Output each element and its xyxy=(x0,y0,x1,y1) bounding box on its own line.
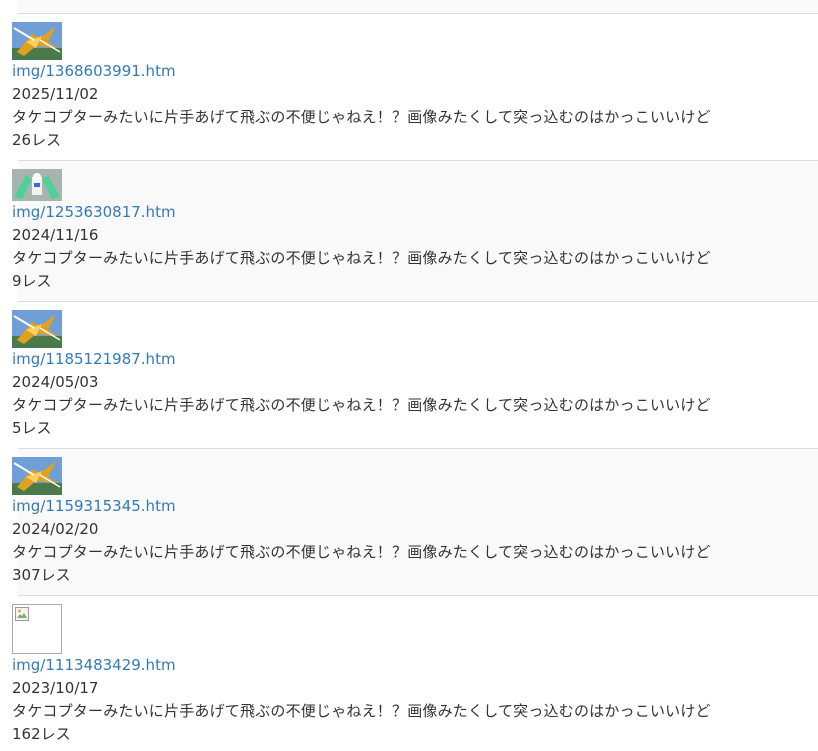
reply-count: 9レス xyxy=(12,272,52,290)
list-item: img/1113483429.htm 2023/10/17 タケコプターみたいに… xyxy=(12,596,818,751)
reply-count: 307レス xyxy=(12,566,71,584)
reply-count: 26レス xyxy=(12,131,62,149)
mecha-yellow-icon[interactable] xyxy=(12,22,62,60)
thread-title: タケコプターみたいに片手あげて飛ぶの不便じゃねえ！？画像みたくして突っ込むのはか… xyxy=(12,702,711,720)
list-item: img/1159315345.htm 2024/02/20 タケコプターみたいに… xyxy=(12,449,818,596)
mecha-yellow-icon[interactable] xyxy=(12,310,62,348)
thread-list: img/1368603991.htm 2025/11/02 タケコプターみたいに… xyxy=(0,0,818,751)
broken-image-icon[interactable] xyxy=(12,604,62,654)
thread-link[interactable]: img/1368603991.htm xyxy=(12,62,176,80)
thread-title: タケコプターみたいに片手あげて飛ぶの不便じゃねえ！？画像みたくして突っ込むのはか… xyxy=(12,249,711,267)
reply-count: 162レス xyxy=(12,725,71,743)
thread-link[interactable]: img/1185121987.htm xyxy=(12,350,176,368)
list-item: img/1185121987.htm 2024/05/03 タケコプターみたいに… xyxy=(12,302,818,449)
thread-date: 2024/02/20 xyxy=(12,520,99,538)
thread-title: タケコプターみたいに片手あげて飛ぶの不便じゃねえ！？画像みたくして突っ込むのはか… xyxy=(12,543,711,561)
list-item: img/1368603991.htm 2025/11/02 タケコプターみたいに… xyxy=(12,14,818,161)
list-item: img/1253630817.htm 2024/11/16 タケコプターみたいに… xyxy=(12,161,818,302)
previous-row-edge xyxy=(18,0,818,14)
thread-date: 2023/10/17 xyxy=(12,679,99,697)
thread-title: タケコプターみたいに片手あげて飛ぶの不便じゃねえ！？画像みたくして突っ込むのはか… xyxy=(12,108,711,126)
thread-date: 2025/11/02 xyxy=(12,85,99,103)
thread-date: 2024/05/03 xyxy=(12,373,99,391)
thread-link[interactable]: img/1159315345.htm xyxy=(12,497,176,515)
thread-link[interactable]: img/1253630817.htm xyxy=(12,203,176,221)
thread-date: 2024/11/16 xyxy=(12,226,99,244)
mecha-white-icon[interactable] xyxy=(12,169,62,201)
mecha-yellow-icon[interactable] xyxy=(12,457,62,495)
thread-title: タケコプターみたいに片手あげて飛ぶの不便じゃねえ！？画像みたくして突っ込むのはか… xyxy=(12,396,711,414)
thread-link[interactable]: img/1113483429.htm xyxy=(12,656,176,674)
reply-count: 5レス xyxy=(12,419,52,437)
